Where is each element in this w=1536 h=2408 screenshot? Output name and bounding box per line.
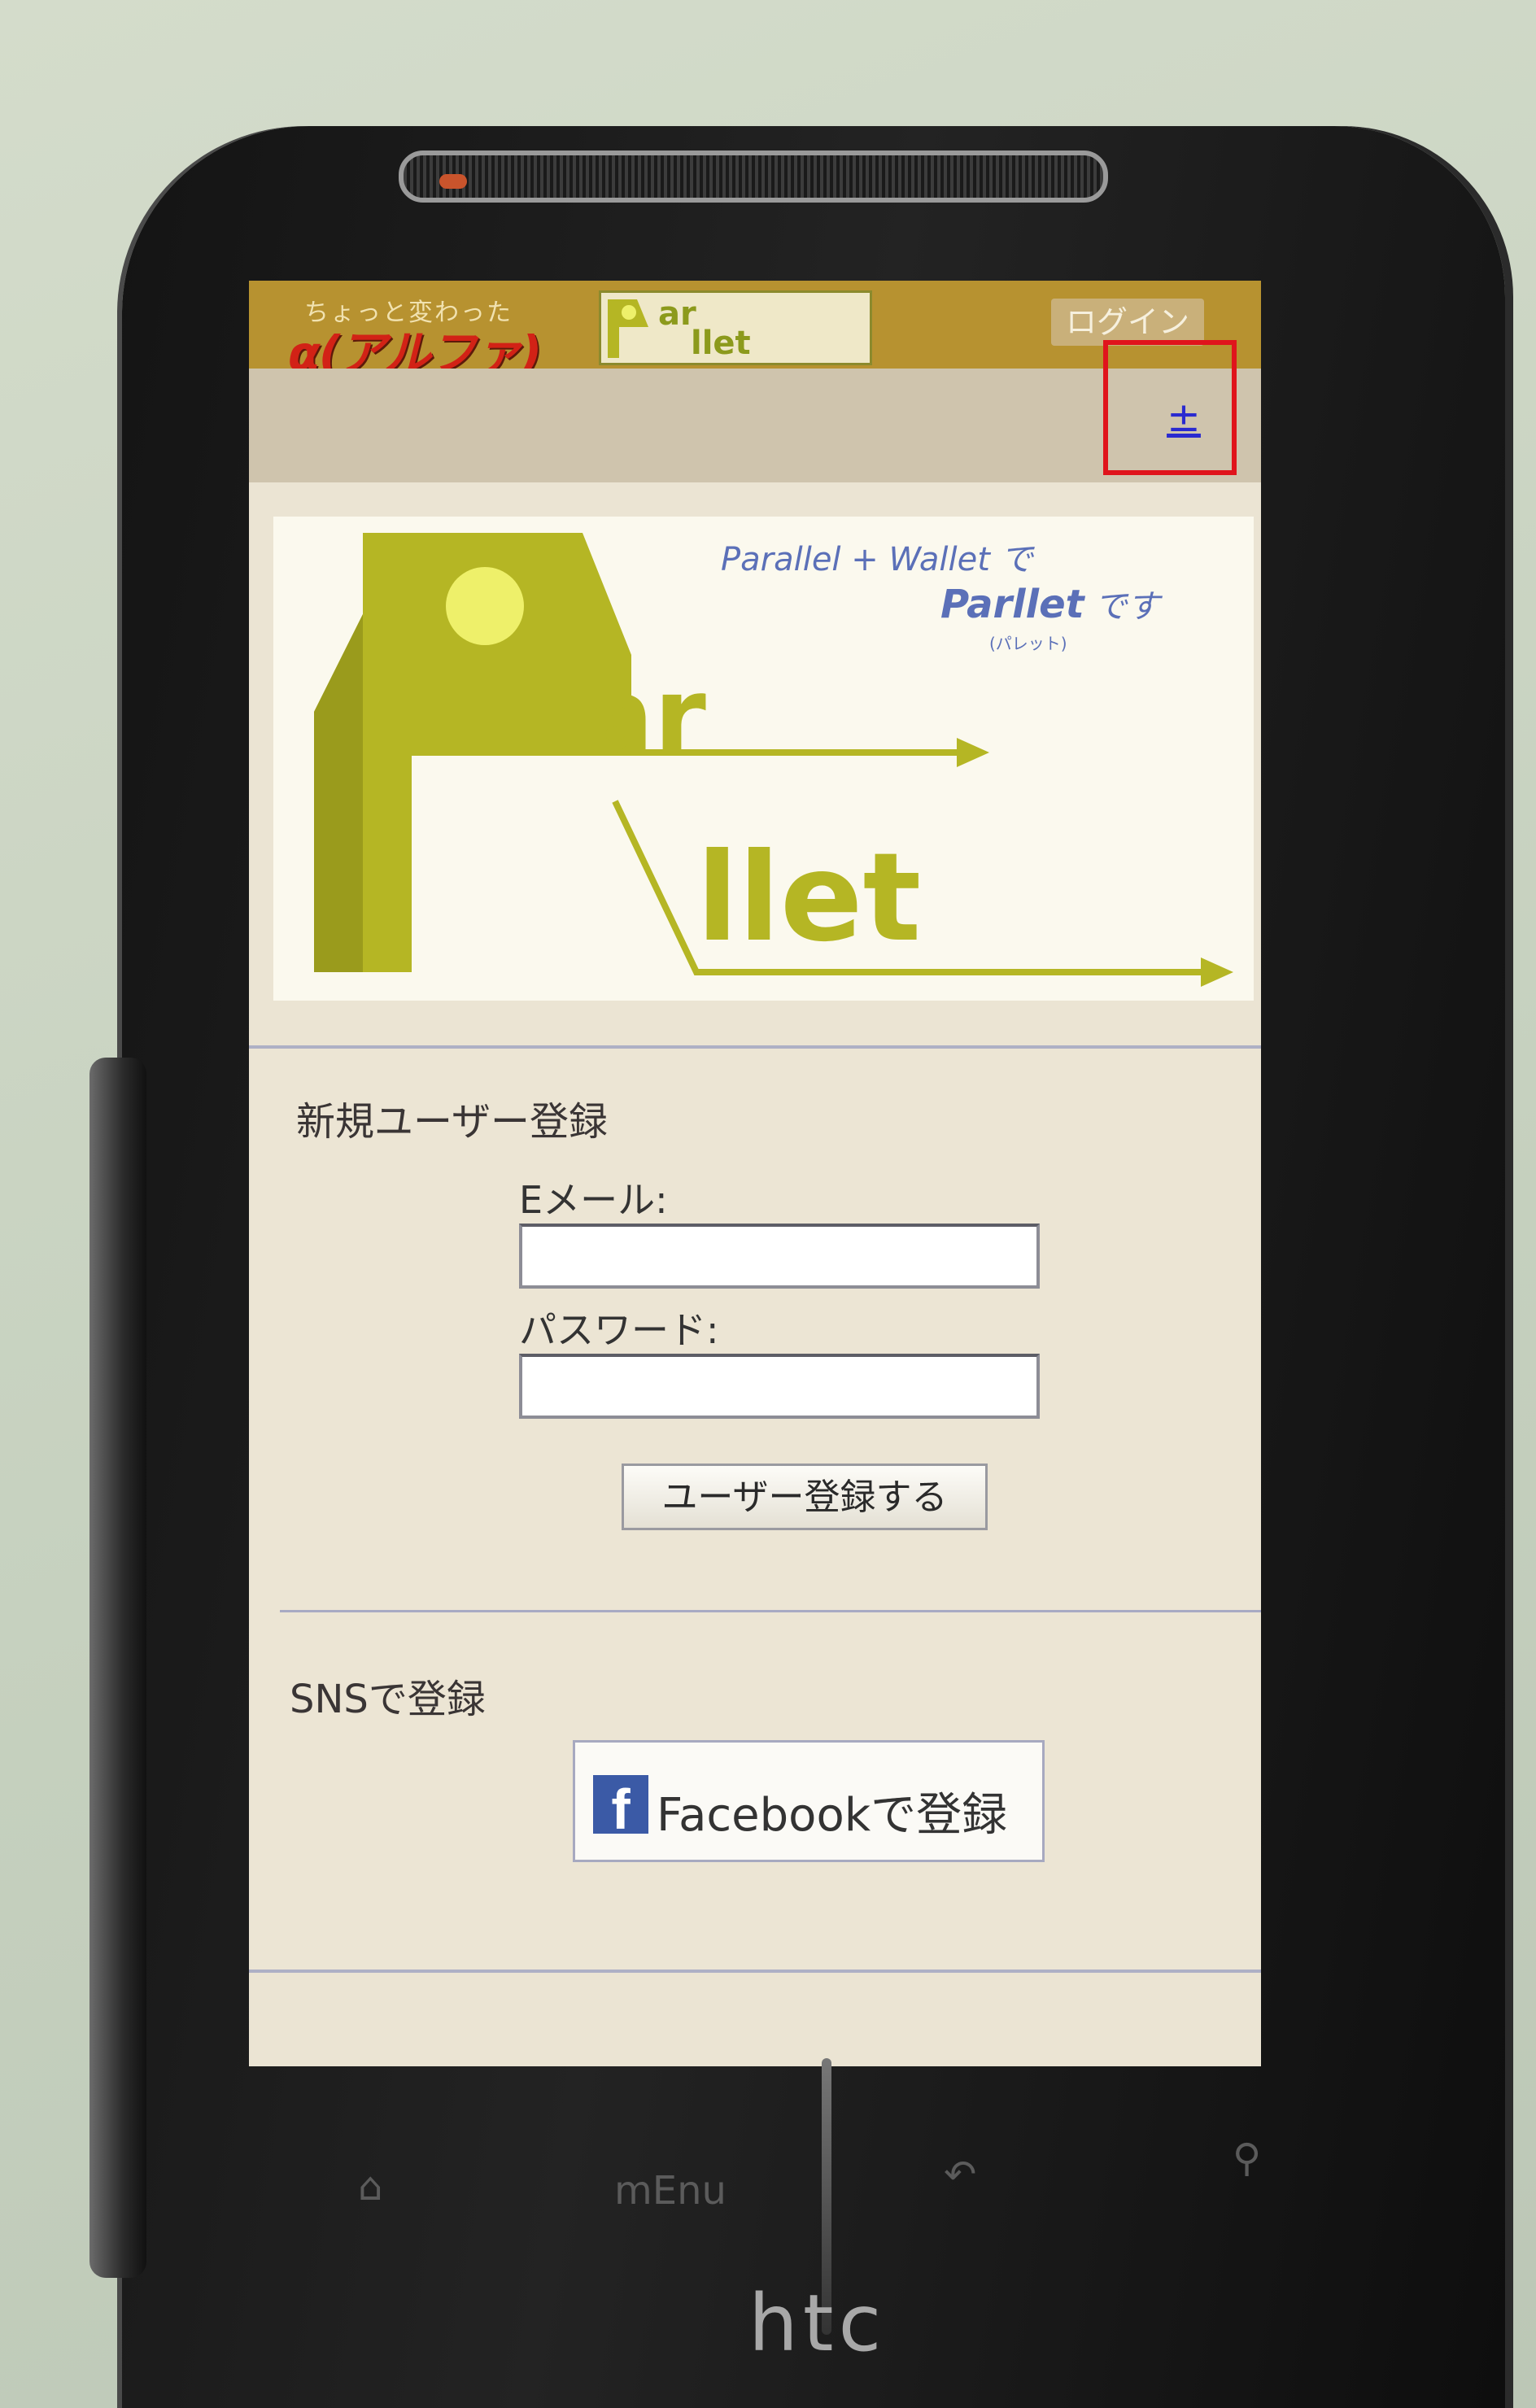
register-title: 新規ユーザー登録 [296,1099,609,1145]
facebook-register-label: Facebookで登録 [657,1789,1008,1842]
login-button[interactable]: ログイン [1050,299,1204,346]
parllet-mini-logo-icon [608,299,648,358]
phone-side-edge [89,1058,146,2278]
back-key-icon[interactable]: ↶ [944,2152,976,2197]
phone-screen: ちょっと変わった α(アルファ)版 ar llet ログイン ± ar [249,281,1261,2066]
hero-name: Parllet です [940,580,1159,627]
sns-title: SNSで登録 [290,1677,486,1722]
notification-led [439,174,467,189]
phone-speaker [399,150,1108,203]
hero-name-text: Parllet [940,582,1084,627]
email-field[interactable] [519,1224,1040,1289]
highlight-box [1103,340,1237,475]
hero-logo-ar: ar [583,654,706,778]
register-button[interactable]: ユーザー登録する [622,1464,988,1530]
password-label: パスワード: [519,1308,719,1352]
section-divider [280,1610,1261,1612]
facebook-register-button[interactable]: f Facebookで登録 [573,1740,1045,1862]
registration-card: 新規ユーザー登録 Eメール: パスワード: ユーザー登録する SNSで登録 f … [249,1045,1261,1973]
hero-kana: (パレット) [989,634,1067,653]
home-key-icon[interactable]: ⌂ [358,2164,382,2210]
search-key-icon[interactable]: ⚲ [1233,2135,1261,2181]
hero-name-suffix: です [1084,588,1160,626]
facebook-icon: f [593,1775,648,1834]
brand-logo-line2: llet [691,325,751,362]
below-fold-heading: Parllet は ちょっと [314,2030,1261,2066]
htc-logo: htc [748,2278,887,2369]
hero-tagline: Parallel + Wallet で [721,541,1033,578]
brand-logo-text: ar llet [658,298,751,360]
site-brand[interactable]: ちょっと変わった α(アルファ)版 [288,290,565,449]
brand-logo[interactable]: ar llet [599,290,872,365]
email-label: Eメール: [519,1178,668,1222]
password-field[interactable] [519,1354,1040,1419]
hero-banner: ar llet Parallel + Wallet で Parllet です (… [273,517,1254,1001]
hero-logo-llet: llet [696,827,921,969]
menu-key[interactable]: mEnu [614,2168,727,2214]
